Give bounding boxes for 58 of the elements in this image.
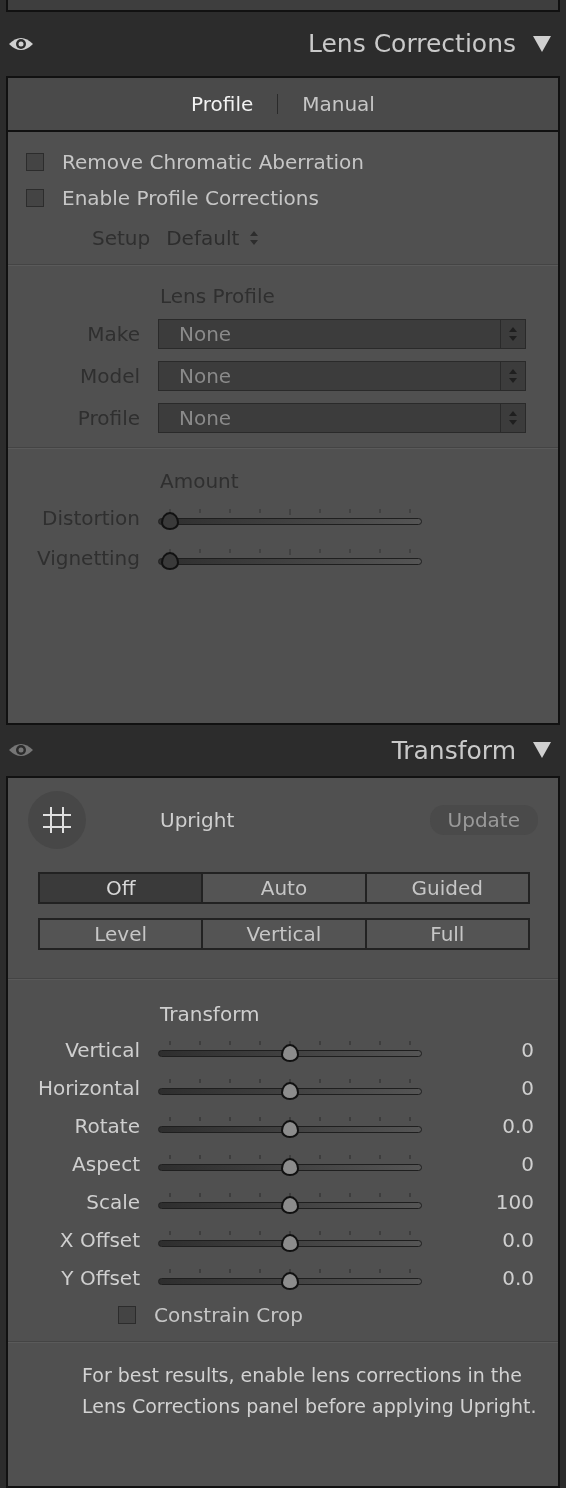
- checkbox-label: Enable Profile Corrections: [62, 185, 319, 210]
- up-down-arrows-icon: [508, 325, 518, 342]
- slider-label: Horizontal: [36, 1076, 141, 1101]
- slider-track[interactable]: [158, 1040, 422, 1061]
- slider-value: 0: [520, 1038, 534, 1063]
- slider-track[interactable]: [158, 1078, 422, 1099]
- slider-thumb[interactable]: [281, 1158, 299, 1177]
- up-down-arrows-icon: [508, 367, 518, 384]
- slider-thumb[interactable]: [281, 1234, 299, 1253]
- collapse-triangle-icon[interactable]: [532, 741, 552, 760]
- slider-track[interactable]: [158, 1116, 422, 1137]
- slider-value: 0.0: [501, 1114, 534, 1139]
- slider-track[interactable]: [158, 547, 422, 568]
- slider-thumb[interactable]: [281, 1082, 299, 1101]
- mode-button[interactable]: Vertical: [201, 918, 367, 951]
- up-down-arrows-icon: [508, 409, 518, 426]
- slider-thumb[interactable]: [281, 1044, 299, 1063]
- slider-value: 100: [494, 1190, 534, 1215]
- checkbox-label: Constrain Crop: [154, 1303, 303, 1328]
- panel-title: Transform: [391, 736, 516, 765]
- checkbox[interactable]: [26, 152, 44, 171]
- mode-button[interactable]: Level: [38, 918, 204, 951]
- up-down-arrows-icon: [249, 229, 260, 246]
- slider-track[interactable]: [158, 1230, 422, 1251]
- mode-button[interactable]: Full: [364, 918, 530, 951]
- slider-label: Aspect: [71, 1152, 141, 1177]
- checkbox[interactable]: [118, 1306, 136, 1325]
- slider-label: Scale: [85, 1190, 141, 1215]
- slider-thumb[interactable]: [281, 1272, 299, 1291]
- mode-button[interactable]: Off: [38, 872, 204, 905]
- mode-button[interactable]: Guided: [364, 872, 530, 905]
- slider-track[interactable]: [158, 1154, 422, 1175]
- section-title: Transform: [159, 1001, 261, 1029]
- tab[interactable]: Manual: [302, 91, 375, 116]
- slider-thumb[interactable]: [281, 1120, 299, 1139]
- collapse-triangle-icon[interactable]: [532, 34, 552, 53]
- slider-label: X Offset: [58, 1228, 141, 1253]
- panel-title: Lens Corrections: [307, 29, 516, 59]
- tab[interactable]: Profile: [191, 91, 254, 116]
- slider-value: 0.0: [501, 1266, 534, 1291]
- checkbox-label: Remove Chromatic Aberration: [62, 149, 364, 174]
- checkbox[interactable]: [26, 188, 44, 207]
- update-button[interactable]: Update: [429, 805, 538, 836]
- slider-thumb[interactable]: [281, 1196, 299, 1215]
- slider-value: 0: [520, 1152, 534, 1177]
- slider-label: Rotate: [73, 1114, 141, 1139]
- upright-label: Upright: [160, 808, 235, 833]
- help-text: For best results, enable lens corrections in the Lens Corrections panel before applying Upright.: [81, 1363, 538, 1420]
- slider-track[interactable]: [158, 1192, 422, 1213]
- slider-label: Vertical: [64, 1038, 141, 1063]
- eye-icon[interactable]: [8, 35, 34, 52]
- slider-value: 0.0: [501, 1228, 534, 1253]
- slider-track[interactable]: [158, 507, 422, 528]
- slider-track[interactable]: [158, 1268, 422, 1289]
- slider-label: Y Offset: [60, 1266, 141, 1291]
- slider-value: 0: [520, 1076, 534, 1101]
- crop-grid-icon: [41, 805, 73, 836]
- mode-button[interactable]: Auto: [201, 872, 367, 905]
